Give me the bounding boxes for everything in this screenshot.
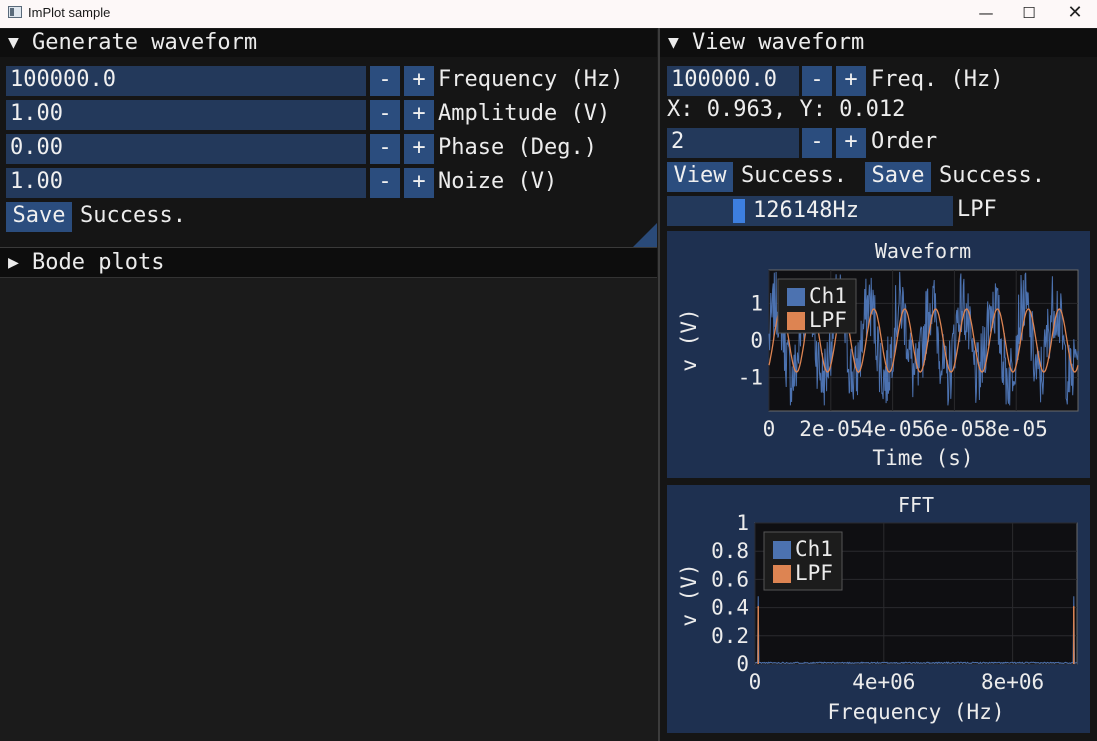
phase-decrement-button[interactable]: - [370, 134, 400, 164]
phase-increment-button[interactable]: + [404, 134, 434, 164]
amplitude-increment-button[interactable]: + [404, 100, 434, 130]
amplitude-input[interactable]: 1.00 [6, 100, 366, 130]
view-status: Success. [741, 163, 847, 188]
fft-y-tick-label: 1 [736, 511, 749, 535]
bode-plots-title: Bode plots [32, 250, 165, 275]
noize-label: Noize (V) [438, 169, 558, 194]
waveform-x-tick-label: 8e-05 [985, 417, 1048, 441]
view-freq-label: Freq. (Hz) [871, 67, 1004, 92]
waveform-y-axis-label: v (V) [677, 308, 701, 371]
fft-plot[interactable]: FFT10.80.60.40.200 4e+06 8e+06Ch1LPFFreque… [667, 485, 1090, 733]
generate-save-button[interactable]: Save [6, 202, 72, 232]
fft-legend-swatch-lpf [773, 565, 791, 583]
close-icon[interactable]: ✕ [1052, 0, 1097, 28]
generate-save-status: Success. [80, 203, 186, 228]
window-title: ImPlot sample [28, 5, 111, 20]
lpf-slider-value: 126148Hz [753, 198, 859, 223]
frequency-label: Frequency (Hz) [438, 67, 624, 92]
collapse-triangle-icon: ▼ [8, 32, 19, 53]
waveform-x-axis-label: Time (s) [872, 446, 973, 470]
order-input[interactable]: 2 [667, 128, 799, 158]
fft-x-tick-label: 0 [749, 670, 762, 694]
fft-x-tick-label: 4e+06 [852, 670, 915, 694]
waveform-legend-swatch-ch1 [787, 288, 805, 306]
view-freq-increment-button[interactable]: + [836, 66, 866, 96]
waveform-x-tick-label: 0 [763, 417, 776, 441]
fft-x-tick-label: 8e+06 [981, 670, 1044, 694]
fft-y-tick-label: 0.4 [711, 596, 749, 620]
lpf-slider-grab[interactable] [733, 199, 745, 223]
waveform-x-tick-label: 6e-05 [923, 417, 986, 441]
expand-triangle-icon: ▶ [8, 252, 19, 273]
waveform-y-tick-label: 1 [750, 291, 763, 315]
waveform-legend-label-ch1: Ch1 [809, 284, 847, 308]
order-increment-button[interactable]: + [836, 128, 866, 158]
frequency-input[interactable]: 100000.0 [6, 66, 366, 96]
view-freq-input[interactable]: 100000.0 [667, 66, 799, 96]
view-save-button[interactable]: Save [865, 162, 931, 192]
waveform-x-tick-label: 4e-05 [861, 417, 924, 441]
view-waveform-header[interactable]: ▼ View waveform [660, 29, 1097, 57]
fft-legend-label-lpf: LPF [795, 561, 833, 585]
fft-y-tick-label: 0.2 [711, 624, 749, 648]
noize-increment-button[interactable]: + [404, 168, 434, 198]
view-freq-decrement-button[interactable]: - [802, 66, 832, 96]
fft-y-tick-label: 0 [736, 652, 749, 676]
generate-waveform-header[interactable]: ▼ Generate waveform [0, 29, 657, 57]
lpf-slider[interactable]: 126148Hz [667, 196, 953, 226]
fft-x-axis-label: Frequency (Hz) [827, 700, 1004, 724]
amplitude-label: Amplitude (V) [438, 101, 611, 126]
noize-input[interactable]: 1.00 [6, 168, 366, 198]
view-button[interactable]: View [667, 162, 733, 192]
view-waveform-title: View waveform [692, 30, 865, 55]
waveform-y-tick-label: 0 [750, 329, 763, 353]
minimize-icon[interactable]: — [963, 0, 1009, 28]
order-decrement-button[interactable]: - [802, 128, 832, 158]
waveform-x-tick-label: 2e-05 [799, 417, 862, 441]
fft-y-tick-label: 0.6 [711, 567, 749, 591]
resize-grip-icon[interactable] [633, 223, 657, 247]
fft-y-axis-label: v (V) [677, 563, 701, 626]
fft-legend-swatch-ch1 [773, 541, 791, 559]
lpf-slider-label: LPF [957, 197, 997, 222]
waveform-legend: Ch1LPF [777, 278, 857, 334]
fft-plot-frame: FFT 1 0.8 0.6 0.4 0.2 0 0 4e+06 8e+06 Ch1 LPF Freque… [667, 485, 1090, 733]
collapse-triangle-icon: ▼ [668, 32, 679, 53]
order-label: Order [871, 129, 938, 154]
frequency-decrement-button[interactable]: - [370, 66, 400, 96]
waveform-y-tick-label: -1 [738, 366, 763, 390]
waveform-plot-frame: Waveform 0 2e-05 4e-05 6e-05 8e-05 1 0 -1 Ch1 LPF T… [667, 231, 1090, 478]
fft-title: FFT [898, 493, 934, 517]
waveform-plot[interactable]: Waveform 0 2e-054e-056e-058e-05 1 0 -1 Ch1LPF T… [667, 231, 1090, 478]
window-titlebar: ImPlot sample — ☐ ✕ [0, 0, 1097, 28]
app-icon [8, 6, 22, 18]
generate-waveform-title: Generate waveform [32, 30, 258, 55]
phase-label: Phase (Deg.) [438, 135, 597, 160]
fft-legend: Ch1LPF [763, 531, 843, 591]
noize-decrement-button[interactable]: - [370, 168, 400, 198]
amplitude-decrement-button[interactable]: - [370, 100, 400, 130]
waveform-legend-swatch-lpf [787, 312, 805, 330]
cursor-coordinates: X: 0.963, Y: 0.012 [667, 97, 906, 122]
frequency-increment-button[interactable]: + [404, 66, 434, 96]
fft-y-tick-label: 0.8 [711, 539, 749, 563]
waveform-legend-label-lpf: LPF [809, 308, 847, 332]
phase-input[interactable]: 0.00 [6, 134, 366, 164]
view-save-status: Success. [939, 163, 1045, 188]
bode-plots-header[interactable]: ▶ Bode plots [0, 248, 657, 278]
waveform-title: Waveform [875, 239, 971, 263]
maximize-icon[interactable]: ☐ [1006, 0, 1052, 28]
fft-legend-label-ch1: Ch1 [795, 537, 833, 561]
